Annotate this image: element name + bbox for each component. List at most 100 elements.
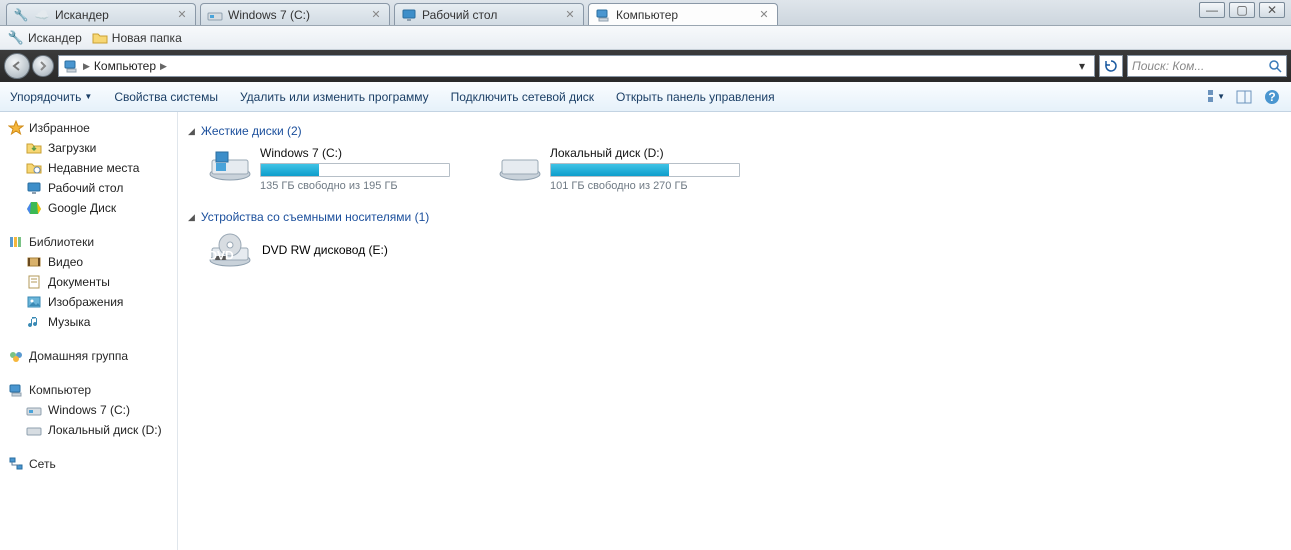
drive-d[interactable]: Локальный диск (D:) 101 ГБ свободно из 2… (498, 146, 758, 192)
toolbar-label: Свойства системы (114, 90, 218, 104)
drive-label: Windows 7 (C:) (260, 146, 468, 160)
drive-subtext: 135 ГБ свободно из 195 ГБ (260, 180, 468, 192)
music-icon (26, 314, 42, 330)
drive-icon (26, 402, 42, 418)
forward-button[interactable] (32, 55, 54, 77)
close-icon[interactable]: ✕ (563, 8, 577, 22)
search-icon (1268, 59, 1282, 73)
sidebar-item-downloads[interactable]: Загрузки (0, 138, 177, 158)
sidebar-item-label: Документы (48, 275, 110, 289)
sidebar-item-documents[interactable]: Документы (0, 272, 177, 292)
sidebar-item-label: Изображения (48, 295, 123, 309)
refresh-button[interactable] (1099, 55, 1123, 77)
tab-windows7[interactable]: Windows 7 (C:) ✕ (200, 3, 390, 25)
chevron-down-icon[interactable]: ▾ (1074, 59, 1090, 73)
breadcrumb[interactable]: Компьютер (94, 59, 156, 73)
minimize-button[interactable]: — (1199, 2, 1225, 18)
chevron-down-icon: ▼ (84, 92, 92, 101)
sidebar-item-recent[interactable]: Недавние места (0, 158, 177, 178)
window-controls: — ▢ ✕ (1199, 2, 1285, 18)
wrench-icon: 🔧 (8, 30, 24, 46)
nav-bar: ▶ Компьютер ▶ ▾ Поиск: Ком... (0, 50, 1291, 82)
close-icon[interactable]: ✕ (369, 8, 383, 22)
search-input[interactable]: Поиск: Ком... (1127, 55, 1287, 77)
category-removable[interactable]: ◢ Устройства со съемными носителями (1) (188, 210, 1281, 224)
preview-pane-button[interactable] (1235, 88, 1253, 106)
sidebar-item-desktop[interactable]: Рабочий стол (0, 178, 177, 198)
gdrive-icon (26, 200, 42, 216)
view-mode-button[interactable]: ▼ (1207, 88, 1225, 106)
bookmark-new-folder[interactable]: Новая папка (92, 30, 182, 46)
maximize-button[interactable]: ▢ (1229, 2, 1255, 18)
map-network-drive-button[interactable]: Подключить сетевой диск (451, 90, 594, 104)
cloud-icon: ☁️ (34, 7, 50, 23)
monitor-icon (401, 7, 417, 23)
toolbar-label: Удалить или изменить программу (240, 90, 429, 104)
sidebar-item-label: Музыка (48, 315, 90, 329)
sidebar-item-pictures[interactable]: Изображения (0, 292, 177, 312)
drive-icon (498, 146, 542, 182)
computer-icon (8, 382, 24, 398)
network-icon (8, 456, 24, 472)
drive-icon (207, 7, 223, 23)
tab-desktop[interactable]: Рабочий стол ✕ (394, 3, 584, 25)
bookmark-label: Искандер (28, 31, 82, 45)
drive-c[interactable]: Windows 7 (C:) 135 ГБ свободно из 195 ГБ (208, 146, 468, 192)
sidebar-network-header[interactable]: Сеть (0, 454, 177, 474)
sidebar-item-videos[interactable]: Видео (0, 252, 177, 272)
dvd-drive[interactable]: DVD DVD RW дисковод (E:) (208, 232, 1281, 268)
toolbar-label: Открыть панель управления (616, 90, 775, 104)
close-button[interactable]: ✕ (1259, 2, 1285, 18)
sidebar-item-label: Google Диск (48, 201, 116, 215)
capacity-bar (260, 163, 450, 177)
help-button[interactable]: ? (1263, 88, 1281, 106)
close-icon[interactable]: ✕ (175, 8, 189, 22)
folder-icon (92, 30, 108, 46)
wrench-icon: 🔧 (13, 7, 29, 23)
open-control-panel-button[interactable]: Открыть панель управления (616, 90, 775, 104)
sidebar-item-drive-c[interactable]: Windows 7 (C:) (0, 400, 177, 420)
svg-text:DVD: DVD (208, 249, 234, 263)
sidebar-item-music[interactable]: Музыка (0, 312, 177, 332)
chevron-right-icon: ▶ (83, 61, 90, 72)
sidebar-item-label: Windows 7 (C:) (48, 403, 130, 417)
toolbar-label: Подключить сетевой диск (451, 90, 594, 104)
tab-iskander[interactable]: 🔧 ☁️ Искандер ✕ (6, 3, 196, 25)
category-label: Устройства со съемными носителями (1) (201, 210, 429, 224)
sidebar-item-label: Рабочий стол (48, 181, 123, 195)
sidebar-libraries-header[interactable]: Библиотеки (0, 232, 177, 252)
tab-label: Искандер (55, 8, 175, 22)
docs-icon (26, 274, 42, 290)
system-properties-button[interactable]: Свойства системы (114, 90, 218, 104)
category-label: Жесткие диски (2) (201, 124, 302, 138)
drive-icon (26, 422, 42, 438)
close-icon[interactable]: ✕ (757, 8, 771, 22)
computer-icon (63, 58, 79, 74)
search-placeholder: Поиск: Ком... (1132, 59, 1268, 73)
computer-icon (595, 7, 611, 23)
tab-label: Компьютер (616, 8, 757, 22)
toolbar: Упорядочить ▼ Свойства системы Удалить и… (0, 82, 1291, 112)
homegroup-icon (8, 348, 24, 364)
uninstall-program-button[interactable]: Удалить или изменить программу (240, 90, 429, 104)
toolbar-label: Упорядочить (10, 90, 81, 104)
bookmark-label: Новая папка (112, 31, 182, 45)
images-icon (26, 294, 42, 310)
sidebar-group-label: Компьютер (29, 383, 91, 397)
sidebar-computer-header[interactable]: Компьютер (0, 380, 177, 400)
sidebar-item-gdrive[interactable]: Google Диск (0, 198, 177, 218)
bookmark-iskander[interactable]: 🔧 Искандер (8, 30, 82, 46)
sidebar-homegroup-header[interactable]: Домашняя группа (0, 346, 177, 366)
back-button[interactable] (4, 53, 30, 79)
drive-icon (208, 146, 252, 182)
category-hdd[interactable]: ◢ Жесткие диски (2) (188, 124, 1281, 138)
tab-label: Windows 7 (C:) (228, 8, 369, 22)
sidebar-item-drive-d[interactable]: Локальный диск (D:) (0, 420, 177, 440)
organize-menu[interactable]: Упорядочить ▼ (10, 90, 92, 104)
chevron-right-icon: ▶ (160, 61, 167, 72)
recent-icon (26, 160, 42, 176)
tab-computer[interactable]: Компьютер ✕ (588, 3, 778, 25)
sidebar-favorites-header[interactable]: Избранное (0, 118, 177, 138)
tab-label: Рабочий стол (422, 8, 563, 22)
address-bar[interactable]: ▶ Компьютер ▶ ▾ (58, 55, 1095, 77)
